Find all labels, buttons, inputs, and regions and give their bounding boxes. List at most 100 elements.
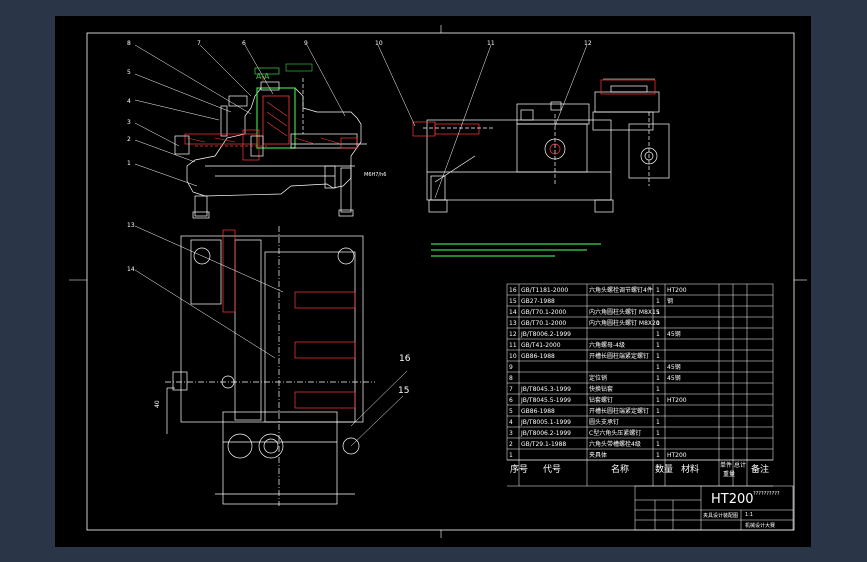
bom-cell-qty: 1: [656, 353, 660, 360]
bom-cell-qty: 1: [656, 364, 660, 371]
bom-cell-code: GB/T70.1-2000: [521, 309, 566, 316]
bom-header-qty: 数量: [655, 463, 673, 475]
bom-header-total: 总计: [734, 461, 746, 469]
bom-cell-code: JB/T8045.3-1999: [520, 386, 571, 393]
bom-cell-code: GB86-1988: [521, 353, 555, 360]
bom-cell-qty: 1: [656, 320, 660, 327]
bom-cell-no: 5: [509, 408, 513, 415]
cad-drawing: A-A M6H7/h6 8 7 6 9 5 4 3 2 1 10 11 12 4…: [69, 25, 807, 538]
material-label: HT200: [711, 492, 754, 507]
bom-cell-name: 六角螺母-4级: [589, 341, 625, 349]
bom-cell-mat: 45钢: [667, 363, 681, 371]
tolerance-frame: [285, 63, 313, 72]
bom-cell-name: 快换钻套: [589, 385, 613, 393]
bom-cell-qty: 1: [656, 419, 660, 426]
callout-leaders-top: [134, 225, 408, 447]
callout-16: 16: [399, 354, 411, 364]
callout-2: 2: [127, 136, 131, 143]
callout-leaders-side: [377, 44, 655, 199]
bom-header-remark: 备注: [751, 463, 769, 475]
bom-cell-code: GB86-1988: [521, 408, 555, 415]
callout-15: 15: [398, 386, 409, 396]
bom-cell-code: JB/T8045.5-1999: [520, 397, 571, 404]
drawing-sheet: A-A M6H7/h6 8 7 6 9 5 4 3 2 1 10 11 12 4…: [55, 16, 811, 547]
bom-cell-name: 夹具体: [589, 451, 607, 459]
bom-header-weight: 重量: [723, 470, 735, 478]
bom-cell-no: 3: [509, 430, 513, 437]
bom-cell-name: 钻套螺钉: [589, 396, 613, 404]
bom-header-unit: 单件: [720, 461, 732, 469]
bom-cell-no: 6: [509, 397, 513, 404]
top-view: [165, 226, 375, 506]
bom-cell-no: 14: [509, 309, 517, 316]
technical-notes: [431, 243, 601, 257]
callout-12: 12: [584, 40, 592, 47]
bom-cell-qty: 1: [656, 309, 660, 316]
drawing-name: 夹具设计装配图: [703, 512, 738, 519]
bom-cell-name: 六角头带槽螺栓4级: [589, 440, 641, 448]
callout-7: 7: [197, 40, 201, 47]
company-name: 机械设计大赛: [745, 522, 775, 529]
bom-cell-name: 内六角圆柱头螺钉 M8X15: [589, 308, 660, 316]
bom-cell-qty: 1: [656, 342, 660, 349]
callout-1: 1: [127, 160, 131, 167]
bom-cell-no: 15: [509, 298, 517, 305]
bom-cell-no: 2: [509, 441, 513, 448]
bom-cell-name: 圆头支承钉: [589, 418, 619, 426]
bom-cell-code: GB27-1988: [521, 298, 555, 305]
scale-value: 1:1: [745, 512, 753, 518]
bom-cell-mat: HT200: [667, 287, 687, 294]
callout-14: 14: [127, 266, 135, 273]
bom-cell-name: 定位销: [589, 374, 607, 382]
dimension-40: 40: [154, 400, 161, 408]
callout-3: 3: [127, 119, 131, 126]
bom-cell-name: C型六角头压紧螺钉: [589, 429, 641, 437]
fit-label: M6H7/h6: [364, 172, 386, 178]
callout-5: 5: [127, 69, 131, 76]
bom-cell-qty: 1: [656, 408, 660, 415]
bom-cell-mat: 45钢: [667, 330, 681, 338]
bom-cell-no: 9: [509, 364, 513, 371]
bom-cell-qty: 1: [656, 386, 660, 393]
bom-cell-no: 7: [509, 386, 513, 393]
callout-8: 8: [127, 40, 131, 47]
drawing-border: [86, 32, 795, 531]
bom-cell-qty: 1: [656, 441, 660, 448]
callout-11: 11: [487, 40, 495, 47]
side-view: [412, 79, 670, 213]
bom-cell-mat: HT200: [667, 397, 687, 404]
bom-cell-no: 11: [509, 342, 517, 349]
bom-cell-code: GB/T41-2000: [521, 342, 561, 349]
bom-cell-code: JB/T8006.2-1999: [520, 331, 571, 338]
bom-cell-no: 8: [509, 375, 513, 382]
callout-6: 6: [242, 40, 246, 47]
bom-cell-mat: HT200: [667, 452, 687, 459]
bom-cell-no: 12: [509, 331, 517, 338]
bom-cell-no: 13: [509, 320, 517, 327]
bom-header-code: 代号: [543, 464, 561, 475]
bom-cell-mat: 45钢: [667, 374, 681, 382]
callout-leaders-front: [134, 44, 346, 187]
bom-cell-name: 开槽长圆柱端紧定螺钉: [589, 407, 649, 415]
bom-cell-qty: 1: [656, 298, 660, 305]
bom-cell-code: GB/T29.1-1988: [521, 441, 566, 448]
callout-13: 13: [127, 222, 135, 229]
bom-cell-qty: 1: [656, 397, 660, 404]
bom-header-mat: 材料: [681, 463, 699, 475]
bom-cell-name: 六角头螺栓调节螺钉4件: [589, 286, 653, 294]
bom-cell-no: 1: [509, 452, 513, 459]
bom-cell-code: JB/T8006.2-1999: [520, 430, 571, 437]
bom-cell-qty: 1: [656, 331, 660, 338]
bom-header-no: 序号: [510, 463, 528, 475]
callout-10: 10: [375, 40, 383, 47]
bom-cell-qty: 1: [656, 430, 660, 437]
bom-cell-no: 10: [509, 353, 517, 360]
bom-header-name: 名称: [611, 463, 629, 475]
bom-cell-qty: 1: [656, 452, 660, 459]
bom-cell-no: 16: [509, 287, 517, 294]
bom-cell-code: JB/T8005.1-1999: [520, 419, 571, 426]
bom-cell-name: 开槽长圆柱端紧定螺钉: [589, 352, 649, 360]
bom-cell-no: 4: [509, 419, 513, 426]
bom-cell-qty: 1: [656, 287, 660, 294]
bom-cell-qty: 1: [656, 375, 660, 382]
